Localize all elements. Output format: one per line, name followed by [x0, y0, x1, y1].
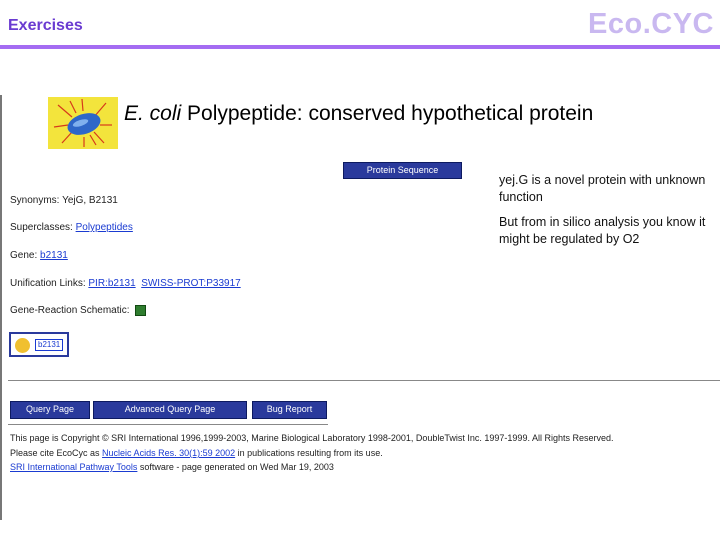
schematic-icon[interactable] — [135, 305, 147, 316]
cite-suffix: in publications resulting from its use. — [235, 448, 383, 458]
brand-title: Eco.CYC — [588, 8, 714, 40]
section-label: Exercises — [8, 17, 83, 34]
superclasses-label: Superclasses: — [10, 222, 76, 233]
tools-row: SRI International Pathway Tools software… — [10, 462, 334, 472]
cite-link[interactable]: Nucleic Acids Res. 30(1):59 2002 — [102, 448, 235, 458]
gene-icon-button[interactable]: b2131 — [9, 332, 69, 357]
frame-border — [0, 95, 2, 520]
gene-row: Gene: b2131 — [10, 250, 68, 261]
unification-label: Unification Links: — [10, 278, 89, 289]
synonyms-label: Synonyms: — [10, 195, 63, 206]
swissprot-link[interactable]: SWISS-PROT:P33917 — [141, 278, 240, 289]
cite-prefix: Please cite EcoCyc as — [10, 448, 103, 458]
superclass-link[interactable]: Polypeptides — [76, 222, 133, 233]
query-page-button[interactable]: Query Page — [10, 401, 90, 419]
note-line2: But from in silico analysis you know it … — [499, 215, 706, 246]
gene-icon-label: b2131 — [35, 339, 64, 351]
title-text: Polypeptide: conserved hypothetical prot… — [181, 102, 594, 125]
bug-report-button[interactable]: Bug Report — [252, 401, 327, 419]
page-title: E. coli Polypeptide: conserved hypotheti… — [124, 102, 593, 126]
schematic-label: Gene-Reaction Schematic: — [10, 305, 133, 317]
tools-suffix: software - page generated on Wed Mar 19,… — [137, 462, 334, 472]
cite-row: Please cite EcoCyc as Nucleic Acids Res.… — [10, 448, 383, 458]
advanced-query-button[interactable]: Advanced Query Page — [93, 401, 247, 419]
divider-bottom — [8, 424, 328, 425]
pir-link[interactable]: PIR:b2131 — [88, 278, 135, 289]
title-organism: E. coli — [124, 102, 182, 125]
gene-label: Gene: — [10, 250, 41, 261]
schematic-row: Gene-Reaction Schematic: — [10, 305, 147, 317]
copyright-text: This page is Copyright © SRI Internation… — [10, 433, 614, 443]
ecoli-logo — [48, 97, 118, 149]
pathway-tools-link[interactable]: SRI International Pathway Tools — [10, 462, 137, 472]
protein-sequence-button[interactable]: Protein Sequence — [343, 162, 462, 179]
synonyms-value: YejG, B2131 — [62, 195, 118, 206]
unification-row: Unification Links: PIR:b2131 SWISS-PROT:… — [10, 278, 241, 289]
sun-icon — [15, 338, 30, 353]
gene-link[interactable]: b2131 — [40, 250, 68, 261]
synonyms-row: Synonyms: YejG, B2131 — [10, 195, 118, 206]
note-line1: yej.G is a novel protein with unknown fu… — [499, 173, 706, 204]
superclasses-row: Superclasses: Polypeptides — [10, 222, 133, 233]
divider-top — [8, 380, 720, 381]
header-divider — [0, 45, 720, 49]
